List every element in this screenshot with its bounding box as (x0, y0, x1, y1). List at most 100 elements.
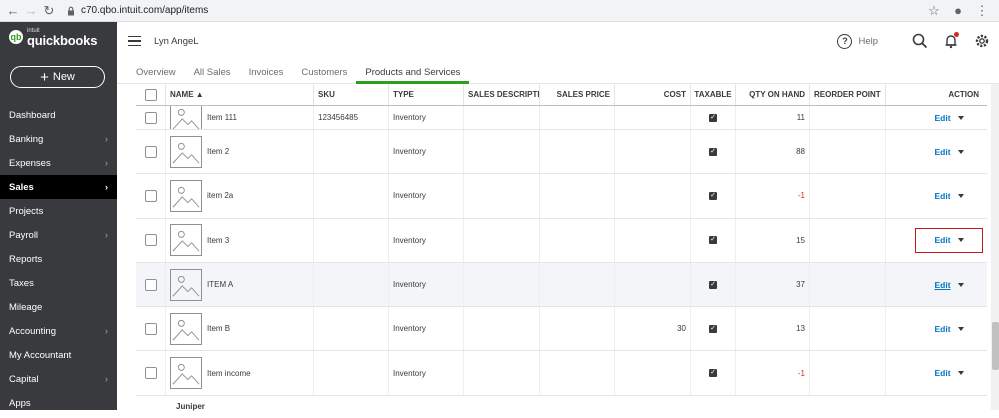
sidebar-item-taxes[interactable]: Taxes (0, 271, 117, 295)
row-checkbox[interactable] (144, 278, 157, 291)
sales-description-cell (464, 218, 540, 262)
sidebar-item-banking[interactable]: Banking › (0, 127, 117, 151)
column-header-sku[interactable]: SKU (314, 84, 389, 105)
kebab-menu-icon[interactable]: ⋮ (973, 2, 991, 20)
row-select-cell (136, 262, 166, 307)
tab-bar: Overview All Sales Invoices Customers Produc… (117, 60, 999, 84)
group-label: Juniper (176, 402, 205, 412)
edit-link[interactable]: Edit (934, 235, 950, 245)
sidebar-item-label: Capital (9, 373, 39, 385)
sidebar-item-sales[interactable]: Sales › (0, 175, 117, 199)
name-cell: Item 111 (166, 106, 314, 129)
select-all-checkbox[interactable] (144, 88, 157, 101)
edit-link[interactable]: Edit (934, 280, 950, 290)
image-placeholder-icon (170, 179, 202, 212)
row-checkbox[interactable] (144, 145, 157, 158)
edit-link[interactable]: Edit (934, 113, 950, 123)
sales-description-cell (464, 351, 540, 395)
chevron-down-icon[interactable] (957, 193, 964, 198)
reorder-point-cell (810, 174, 886, 218)
sidebar-item-accounting[interactable]: Accounting › (0, 319, 117, 343)
taxable-cell: ✓ (691, 218, 736, 262)
sku-cell (314, 262, 389, 307)
chevron-down-icon[interactable] (957, 115, 964, 120)
address-bar[interactable]: c70.qbo.intuit.com/app/items (66, 5, 208, 16)
logo-brand-text: quickbooks (27, 32, 98, 48)
profile-icon[interactable]: ● (949, 2, 967, 20)
table-row[interactable]: Item 111 123456485 Inventory ✓ 11 Edit (136, 106, 987, 130)
column-header-cost[interactable]: COST (615, 84, 691, 105)
edit-link[interactable]: Edit (934, 147, 950, 157)
edit-link[interactable]: Edit (934, 368, 950, 378)
tab-customers[interactable]: Customers (292, 60, 356, 84)
sidebar-item-mileage[interactable]: Mileage (0, 295, 117, 319)
quickbooks-logo[interactable]: qb intuit quickbooks (0, 22, 117, 52)
sales-price-cell (540, 218, 615, 262)
sidebar-item-projects[interactable]: Projects (0, 199, 117, 223)
tab-overview[interactable]: Overview (117, 60, 185, 84)
products-table: NAME ▲ SKU TYPE SALES DESCRIPTION SALES … (136, 84, 987, 418)
row-checkbox[interactable] (144, 322, 157, 335)
sidebar-item-payroll[interactable]: Payroll › (0, 223, 117, 247)
sidebar-item-label: Accounting (9, 325, 57, 337)
sidebar-item-apps[interactable]: Apps (0, 391, 117, 415)
chevron-right-icon: › (105, 158, 108, 168)
table-row[interactable]: Item 2 Inventory ✓ 88 Edit (136, 130, 987, 175)
column-header-sales-price[interactable]: SALES PRICE (540, 84, 615, 105)
forward-arrow-icon[interactable]: → (22, 2, 40, 20)
column-header-reorder-point[interactable]: REORDER POINT (810, 84, 886, 105)
table-row[interactable]: Item B Inventory 30 ✓ 13 Edit (136, 307, 987, 352)
back-arrow-icon[interactable]: ← (4, 2, 22, 20)
row-checkbox[interactable] (144, 367, 157, 380)
chevron-down-icon[interactable] (957, 149, 964, 154)
chevron-down-icon[interactable] (957, 282, 964, 287)
table-row[interactable]: Item income Inventory ✓ -1 Edit (136, 351, 987, 396)
new-button[interactable]: + New (10, 66, 105, 88)
new-button-label: New (52, 71, 75, 83)
column-header-type[interactable]: TYPE (389, 84, 464, 105)
row-checkbox[interactable] (144, 189, 157, 202)
chevron-down-icon[interactable] (957, 238, 964, 243)
sidebar-item-capital[interactable]: Capital › (0, 367, 117, 391)
tab-products-and-services[interactable]: Products and Services (356, 60, 470, 84)
chevron-right-icon: › (105, 326, 108, 336)
column-header-sales-description[interactable]: SALES DESCRIPTION (464, 84, 540, 105)
notification-bell-icon[interactable] (942, 32, 960, 50)
qty-on-hand-cell: 88 (736, 130, 810, 174)
star-icon[interactable]: ☆ (925, 2, 943, 20)
reload-icon[interactable]: ↻ (40, 2, 58, 20)
row-select-cell (136, 106, 166, 129)
edit-link[interactable]: Edit (934, 324, 950, 334)
table-row[interactable]: Item 3 Inventory ✓ 15 Edit (136, 218, 987, 263)
chevron-down-icon[interactable] (957, 371, 964, 376)
help-icon[interactable]: ? (837, 33, 853, 49)
qty-on-hand-cell: 13 (736, 307, 810, 351)
chevron-down-icon[interactable] (957, 326, 964, 331)
table-row[interactable]: item 2a Inventory ✓ -1 Edit (136, 174, 987, 219)
edit-link[interactable]: Edit (934, 191, 950, 201)
column-header-qty-on-hand[interactable]: QTY ON HAND (736, 84, 810, 105)
help-label[interactable]: Help (858, 36, 878, 47)
row-checkbox[interactable] (144, 111, 157, 124)
column-header-taxable[interactable]: TAXABLE (691, 84, 736, 105)
hamburger-menu-icon[interactable] (128, 35, 141, 47)
sku-cell: 123456485 (314, 106, 389, 129)
tab-all-sales[interactable]: All Sales (185, 60, 240, 84)
gear-icon[interactable] (973, 32, 991, 50)
sidebar-item-expenses[interactable]: Expenses › (0, 151, 117, 175)
sidebar-menu: Dashboard Banking › Expenses › Sales › Projects… (0, 103, 117, 415)
table-row[interactable]: ITEM A Inventory ✓ 37 Edit (136, 262, 987, 308)
taxable-cell: ✓ (691, 307, 736, 351)
sidebar-item-label: Expenses (9, 157, 51, 169)
row-select-cell (136, 351, 166, 395)
scrollbar-thumb[interactable] (992, 322, 999, 370)
sidebar-item-my-accountant[interactable]: My Accountant (0, 343, 117, 367)
search-icon[interactable] (911, 32, 929, 50)
sku-cell (314, 174, 389, 218)
sidebar-item-reports[interactable]: Reports (0, 247, 117, 271)
sidebar-item-dashboard[interactable]: Dashboard (0, 103, 117, 127)
row-checkbox[interactable] (144, 234, 157, 247)
column-header-name[interactable]: NAME ▲ (166, 84, 314, 105)
notification-dot (954, 32, 959, 37)
tab-invoices[interactable]: Invoices (240, 60, 293, 84)
